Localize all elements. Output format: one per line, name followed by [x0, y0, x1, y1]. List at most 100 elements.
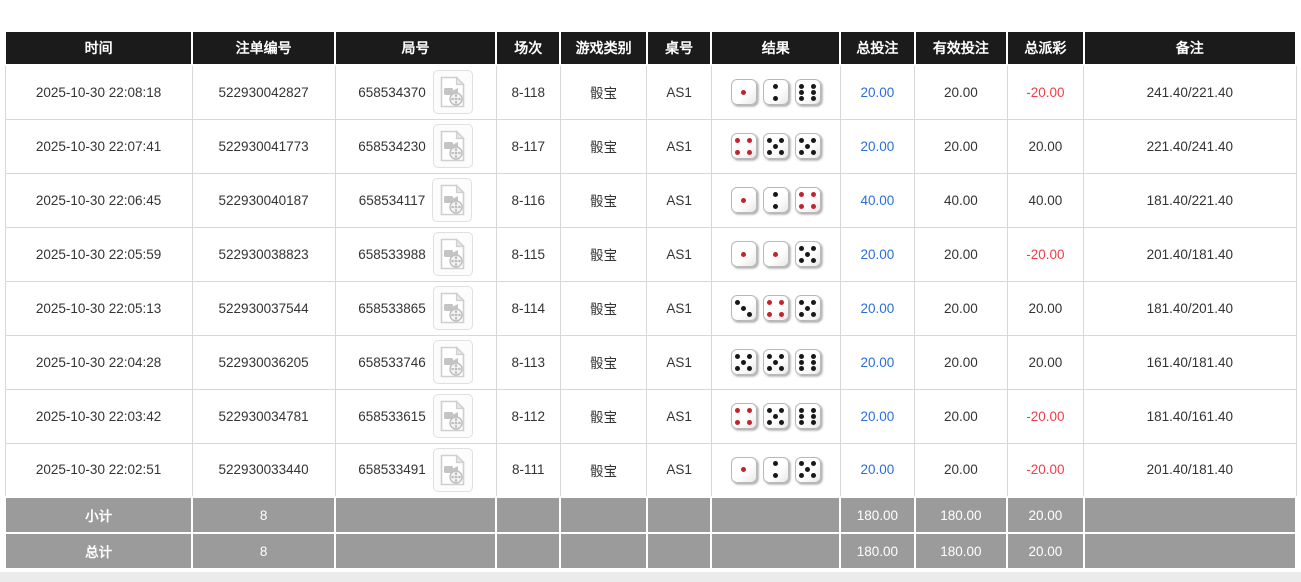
valid-bet-cell: 40.00 [915, 173, 1008, 227]
round-id-text: 658534370 [358, 85, 426, 100]
remark-cell: 181.40/161.40 [1084, 389, 1296, 443]
subtotal-label: 小计 [5, 497, 192, 533]
remark-cell: 241.40/221.40 [1084, 65, 1296, 119]
game-type-cell: 骰宝 [560, 65, 647, 119]
die-1-icon [731, 457, 757, 483]
die-1-icon [731, 79, 757, 105]
column-header-game_type: 游戏类别 [560, 31, 647, 65]
total-empty-cell [335, 533, 496, 569]
time-cell: 2025-10-30 22:04:28 [5, 335, 192, 389]
die-6-icon [795, 403, 821, 429]
table-row: 2025-10-30 22:04:28522930036205 658533746… [5, 335, 1296, 389]
total-empty-cell [560, 533, 647, 569]
valid-bet-cell: 20.00 [915, 227, 1008, 281]
die-6-icon [795, 79, 821, 105]
round-id-wrap: 658533865 [336, 286, 496, 330]
time-cell: 2025-10-30 22:07:41 [5, 119, 192, 173]
column-header-remark: 备注 [1084, 31, 1296, 65]
session-cell: 8-115 [496, 227, 560, 281]
total-bet-cell[interactable]: 20.00 [840, 335, 914, 389]
total-total-bet: 180.00 [840, 533, 914, 569]
payout-cell: 20.00 [1007, 335, 1083, 389]
subtotal-valid-bet: 180.00 [915, 497, 1008, 533]
table-no-cell: AS1 [647, 65, 711, 119]
total-bet-cell[interactable]: 20.00 [840, 281, 914, 335]
table-row: 2025-10-30 22:07:41522930041773658534230… [5, 119, 1296, 173]
game-type-cell: 骰宝 [560, 389, 647, 443]
column-header-time: 时间 [5, 31, 192, 65]
replay-video-button[interactable] [433, 340, 473, 384]
video-icon [439, 454, 466, 486]
total-bet-cell[interactable]: 20.00 [840, 389, 914, 443]
bet-id-cell: 522930037544 [192, 281, 335, 335]
valid-bet-cell: 20.00 [915, 443, 1008, 497]
table-no-cell: AS1 [647, 227, 711, 281]
subtotal-count: 8 [192, 497, 335, 533]
table-row: 2025-10-30 22:05:59522930038823658533988… [5, 227, 1296, 281]
video-icon [439, 346, 466, 378]
replay-video-button[interactable] [432, 178, 472, 222]
dice-result [712, 79, 840, 105]
round-id-wrap: 658534230 [336, 124, 496, 168]
total-label: 总计 [5, 533, 192, 569]
payout-cell: 20.00 [1007, 119, 1083, 173]
page-bottom-strip [0, 572, 1301, 582]
game-type-cell: 骰宝 [560, 227, 647, 281]
bet-id-cell: 522930033440 [192, 443, 335, 497]
total-count: 8 [192, 533, 335, 569]
dice-result [712, 241, 840, 267]
session-cell: 8-112 [496, 389, 560, 443]
subtotal-empty-cell [560, 497, 647, 533]
die-3-icon [731, 295, 757, 321]
remark-cell: 201.40/181.40 [1084, 443, 1296, 497]
bet-id-cell: 522930036205 [192, 335, 335, 389]
video-icon [439, 184, 466, 216]
subtotal-empty-cell [711, 497, 840, 533]
game-type-cell: 骰宝 [560, 335, 647, 389]
session-cell: 8-111 [496, 443, 560, 497]
payout-cell: -20.00 [1007, 227, 1083, 281]
valid-bet-cell: 20.00 [915, 335, 1008, 389]
replay-video-button[interactable] [433, 124, 473, 168]
round-id-cell: 658533746 [335, 335, 496, 389]
session-cell: 8-114 [496, 281, 560, 335]
payout-cell: -20.00 [1007, 443, 1083, 497]
die-5-icon [795, 241, 821, 267]
subtotal-row: 小计8180.00180.0020.00 [5, 497, 1296, 533]
round-id-text: 658534230 [358, 139, 426, 154]
table-no-cell: AS1 [647, 173, 711, 227]
round-id-cell: 658534230 [335, 119, 496, 173]
replay-video-button[interactable] [433, 394, 473, 438]
die-5-icon [763, 349, 789, 375]
bet-id-cell: 522930040187 [192, 173, 335, 227]
column-header-total_bet: 总投注 [840, 31, 914, 65]
table-row: 2025-10-30 22:02:51522930033440658533491… [5, 443, 1296, 497]
replay-video-button[interactable] [433, 70, 473, 114]
session-cell: 8-118 [496, 65, 560, 119]
replay-video-button[interactable] [433, 448, 473, 492]
total-bet-cell[interactable]: 20.00 [840, 65, 914, 119]
total-remark-empty [1084, 533, 1296, 569]
total-bet-cell[interactable]: 40.00 [840, 173, 914, 227]
round-id-text: 658533746 [358, 355, 426, 370]
subtotal-empty-cell [496, 497, 560, 533]
valid-bet-cell: 20.00 [915, 65, 1008, 119]
total-bet-cell[interactable]: 20.00 [840, 443, 914, 497]
subtotal-payout: 20.00 [1007, 497, 1083, 533]
bet-history-table: 时间注单编号局号场次游戏类别桌号结果总投注有效投注总派彩备注 2025-10-3… [4, 30, 1297, 570]
round-id-wrap: 658533988 [336, 232, 496, 276]
round-id-wrap: 658533491 [336, 448, 496, 492]
replay-video-button[interactable] [433, 232, 473, 276]
column-header-table_no: 桌号 [647, 31, 711, 65]
total-bet-cell[interactable]: 20.00 [840, 119, 914, 173]
replay-video-button[interactable] [433, 286, 473, 330]
round-id-cell: 658533615 [335, 389, 496, 443]
column-header-valid_bet: 有效投注 [915, 31, 1008, 65]
dice-result [712, 349, 840, 375]
total-bet-cell[interactable]: 20.00 [840, 227, 914, 281]
round-id-cell: 658534117 [335, 173, 496, 227]
result-dice-cell [711, 119, 840, 173]
column-header-result: 结果 [711, 31, 840, 65]
die-2-icon [763, 79, 789, 105]
video-icon [439, 292, 466, 324]
